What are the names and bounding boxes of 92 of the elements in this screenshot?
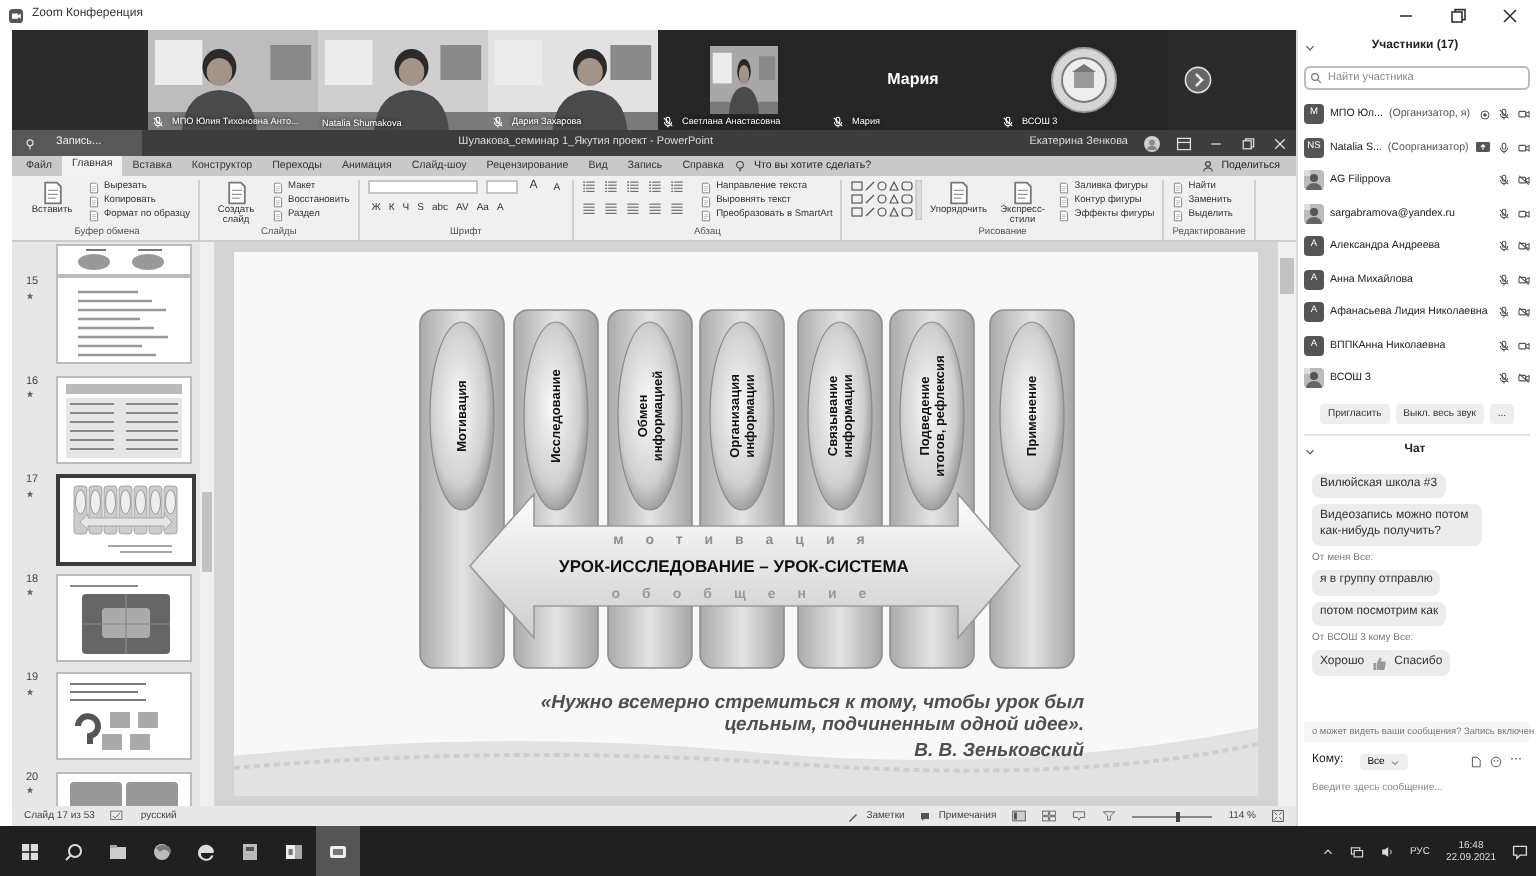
person-icon [1201,160,1214,172]
reading-view-icon[interactable] [1072,810,1087,822]
muted-mic-icon[interactable] [1498,372,1510,385]
camera-icon[interactable] [1518,141,1530,154]
camera-off-icon[interactable] [1518,174,1530,187]
maximize-button[interactable] [1240,135,1256,151]
normal-view-icon[interactable] [1012,810,1027,822]
font-size-field[interactable] [485,180,518,195]
camera-off-icon[interactable] [1518,306,1530,319]
spellcheck-icon[interactable] [110,810,125,822]
transition-icon [26,786,34,795]
browser-icon [152,841,172,861]
app-icon [240,841,260,861]
transition-icon [26,588,34,597]
next-page-button[interactable] [1184,66,1212,94]
collapse-icon[interactable] [1304,446,1316,458]
page-icon [223,180,250,206]
maximize-button[interactable] [1448,5,1468,25]
comment-icon [920,811,931,821]
camera-icon[interactable] [1518,207,1530,220]
slide-thumbnail[interactable] [56,573,192,661]
page-icon [945,180,972,206]
slide-thumbnail[interactable] [56,244,192,276]
file-icon[interactable] [1470,756,1482,768]
align-icon[interactable] [670,202,685,216]
search-icon [64,841,84,861]
browser-icon [196,841,216,861]
slide-thumbnail[interactable] [56,276,192,364]
muted-mic-icon[interactable] [1498,306,1510,319]
align-icon[interactable] [604,202,619,216]
presentation-icon [284,841,304,861]
camera-off-icon[interactable] [1518,240,1530,253]
scrollbar-thumb[interactable] [1280,258,1294,294]
slideshow-icon[interactable] [1102,810,1117,822]
align-icon[interactable] [626,202,641,216]
align-icon[interactable] [582,202,597,216]
list-icon[interactable] [670,180,685,194]
muted-mic-icon[interactable] [1498,174,1510,187]
slide-thumbnail[interactable] [56,474,196,566]
list-icon[interactable] [626,180,641,194]
thumbs-up-icon [1372,656,1387,671]
transition-icon [26,390,34,399]
transition-icon [26,489,34,498]
taskbar-button[interactable] [316,826,360,876]
folder-icon [108,841,128,861]
lightbulb-icon [733,160,746,172]
app-icon [8,7,24,23]
slide-sorter-icon[interactable] [1042,810,1057,822]
close-button[interactable] [1500,5,1520,25]
muted-mic-icon[interactable] [1498,240,1510,253]
muted-mic-icon[interactable] [1498,108,1510,121]
slide-thumbnail[interactable] [56,375,192,463]
list-icon[interactable] [648,180,663,194]
start-button [20,841,40,861]
fit-slide-icon[interactable] [1272,810,1284,822]
camera-off-icon[interactable] [1518,273,1530,286]
notes-icon [848,811,859,821]
ribbon-display-icon[interactable] [1176,135,1192,151]
notification-icon[interactable] [1512,843,1528,859]
camera-off-icon[interactable] [1518,372,1530,385]
emoji-icon[interactable] [1490,756,1502,768]
arrow-title: УРОК-ИССЛЕДОВАНИЕ – УРОК-СИСТЕМА [559,556,909,576]
transition-icon [26,291,34,300]
caret-icon [1390,757,1401,767]
slider-thumb[interactable] [1176,811,1181,821]
collapse-icon[interactable] [1304,42,1316,54]
camera-icon[interactable] [1518,108,1530,121]
muted-mic-icon[interactable] [1498,207,1510,220]
pin-icon [24,137,36,149]
chevron-up-icon[interactable] [1321,845,1334,857]
list-icon[interactable] [604,180,619,194]
mic-icon[interactable] [1498,141,1510,154]
display-name: Мария [887,70,939,90]
video-app-icon [328,841,348,861]
shapes-gallery-drawing[interactable] [850,180,923,220]
quote-text: «Нужно всемерно стремиться к тому, чтобы урок был цельным, подчиненным одной идее». [538,694,1084,738]
speaker-icon[interactable] [1379,845,1394,857]
camera-icon[interactable] [1518,339,1530,352]
align-icon[interactable] [648,202,663,216]
page-icon [39,180,65,206]
search-icon [1310,72,1322,84]
list-icon[interactable] [582,180,597,194]
scrollbar-thumb[interactable] [202,492,212,572]
slide-thumbnail[interactable] [56,672,192,760]
network-icon[interactable] [1349,845,1364,857]
quote-author: В. В. Зеньковский [914,740,1084,763]
muted-mic-icon[interactable] [1498,339,1510,352]
page-icon [1009,180,1036,206]
transition-icon [26,687,34,696]
muted-mic-icon[interactable] [1498,273,1510,286]
avatar [1144,135,1160,151]
font-name-field[interactable] [367,180,478,195]
